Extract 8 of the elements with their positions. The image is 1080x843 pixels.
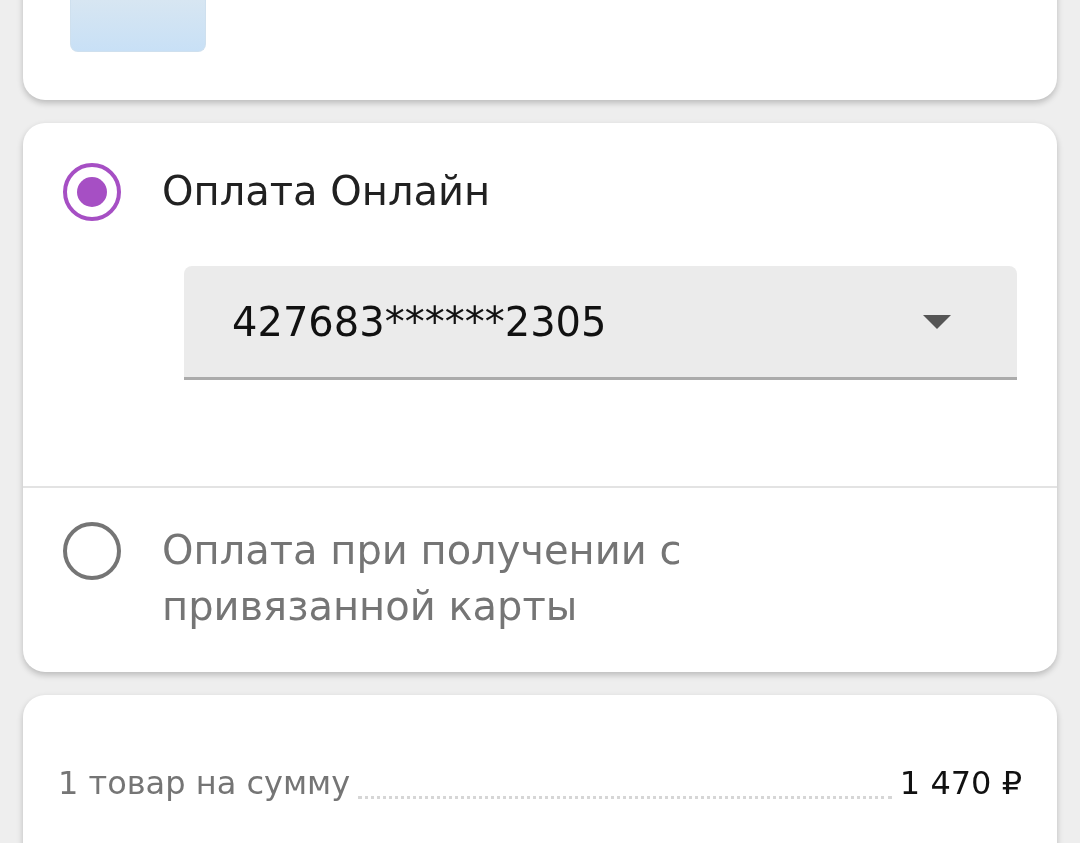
- summary-value: 1 470 ₽: [899, 763, 1022, 804]
- summary-label: 1 товар на сумму: [58, 763, 351, 804]
- option-label: Оплата при получении с привязанной карты: [162, 526, 683, 631]
- card-select[interactable]: 427683******2305: [184, 266, 1017, 380]
- option-label: Оплата Онлайн: [162, 167, 491, 216]
- radio-button[interactable]: [63, 522, 121, 580]
- radio-button[interactable]: [63, 163, 121, 221]
- caret-icon: [923, 314, 951, 329]
